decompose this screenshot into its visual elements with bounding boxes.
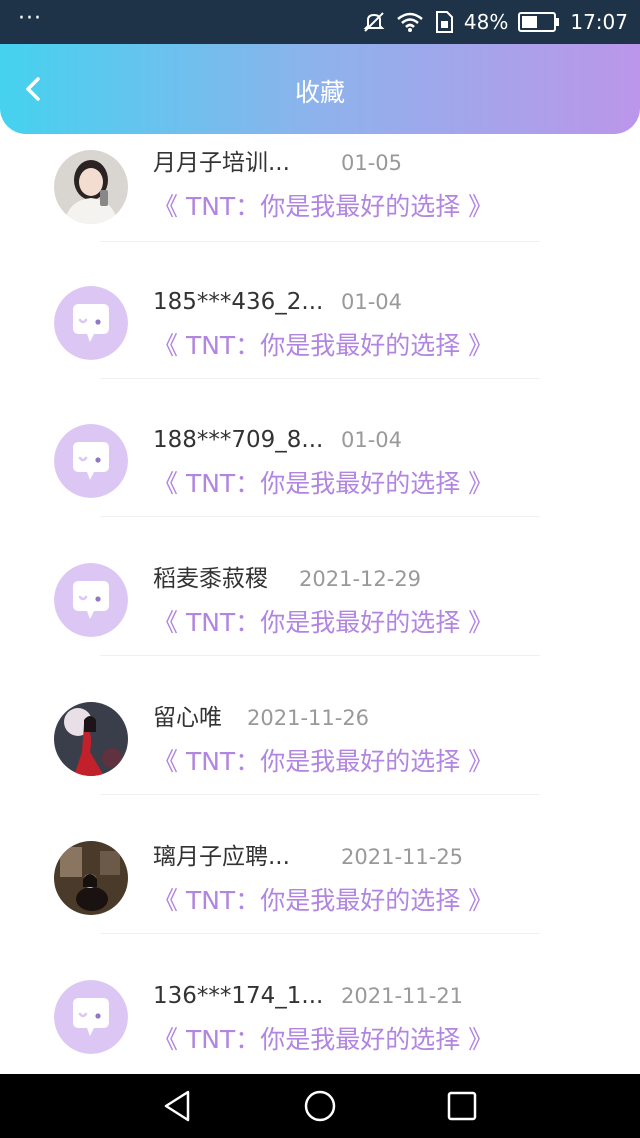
circle-home-icon xyxy=(304,1090,336,1122)
chat-bubble-avatar-icon xyxy=(54,980,128,1054)
status-time: 17:07 xyxy=(570,10,628,34)
user-photo-icon xyxy=(54,150,128,224)
list-item[interactable]: 月月子培训... 01-05 《 TNT：你是我最好的选择 》 xyxy=(0,140,640,266)
item-subtitle[interactable]: 《 TNT：你是我最好的选择 》 xyxy=(153,746,493,778)
system-nav-bar xyxy=(0,1074,640,1138)
item-name: 稻麦黍菽稷 xyxy=(153,566,268,592)
item-name: 留心唯 xyxy=(153,705,222,731)
list-item[interactable]: 璃月子应聘... 2021-11-25 《 TNT：你是我最好的选择 》 xyxy=(0,821,640,960)
divider xyxy=(100,933,540,934)
battery-percent: 48% xyxy=(463,10,509,34)
nav-home-button[interactable] xyxy=(302,1088,338,1124)
item-name: 月月子培训... xyxy=(153,150,290,176)
avatar xyxy=(54,150,128,224)
divider xyxy=(100,516,540,517)
avatar xyxy=(54,563,128,637)
divider xyxy=(100,655,540,656)
list-item[interactable]: 留心唯 2021-11-26 《 TNT：你是我最好的选择 》 xyxy=(0,682,640,821)
divider xyxy=(100,794,540,795)
avatar xyxy=(54,980,128,1054)
item-subtitle[interactable]: 《 TNT：你是我最好的选择 》 xyxy=(153,191,493,223)
square-recents-icon xyxy=(447,1091,477,1121)
item-subtitle[interactable]: 《 TNT：你是我最好的选择 》 xyxy=(153,607,493,639)
nav-back-button[interactable] xyxy=(160,1088,196,1124)
battery-icon xyxy=(518,11,560,33)
item-date: 01-04 xyxy=(341,428,403,452)
chat-bubble-avatar-icon xyxy=(54,563,128,637)
app-header: 收藏 xyxy=(0,44,640,134)
item-date: 2021-11-21 xyxy=(341,984,464,1008)
list-item[interactable]: 188***709_8... 01-04 《 TNT：你是我最好的选择 》 xyxy=(0,404,640,543)
list-item[interactable]: 136***174_1... 2021-11-21 《 TNT：你是我最好的选择… xyxy=(0,960,640,1074)
item-subtitle[interactable]: 《 TNT：你是我最好的选择 》 xyxy=(153,1024,493,1056)
divider xyxy=(100,241,540,242)
chat-bubble-avatar-icon xyxy=(54,424,128,498)
user-photo-icon xyxy=(54,702,128,776)
nav-recents-button[interactable] xyxy=(444,1088,480,1124)
item-date: 2021-11-25 xyxy=(341,845,464,869)
list-item[interactable]: 稻麦黍菽稷 2021-12-29 《 TNT：你是我最好的选择 》 xyxy=(0,543,640,682)
item-subtitle[interactable]: 《 TNT：你是我最好的选择 》 xyxy=(153,885,493,917)
item-date: 01-05 xyxy=(341,151,403,175)
item-date: 2021-12-29 xyxy=(299,567,422,591)
sim-card-icon xyxy=(434,10,454,34)
favorites-list[interactable]: 月月子培训... 01-05 《 TNT：你是我最好的选择 》 185***43… xyxy=(0,140,640,1074)
divider xyxy=(100,378,540,379)
item-date: 01-04 xyxy=(341,290,403,314)
user-photo-icon xyxy=(54,841,128,915)
triangle-back-icon xyxy=(164,1090,190,1122)
item-date: 2021-11-26 xyxy=(247,706,370,730)
item-subtitle[interactable]: 《 TNT：你是我最好的选择 》 xyxy=(153,468,493,500)
item-subtitle[interactable]: 《 TNT：你是我最好的选择 》 xyxy=(153,330,493,362)
wifi-icon xyxy=(396,11,424,33)
item-name: 188***709_8... xyxy=(153,427,324,453)
status-bar: ··· 48% 17:07 xyxy=(0,0,640,44)
mute-icon xyxy=(362,10,386,34)
avatar xyxy=(54,702,128,776)
list-item[interactable]: 185***436_2... 01-04 《 TNT：你是我最好的选择 》 xyxy=(0,266,640,405)
avatar xyxy=(54,841,128,915)
avatar xyxy=(54,286,128,360)
avatar xyxy=(54,424,128,498)
item-name: 璃月子应聘... xyxy=(153,844,290,870)
item-name: 136***174_1... xyxy=(153,983,324,1009)
status-menu-dots: ··· xyxy=(18,6,42,31)
chat-bubble-avatar-icon xyxy=(54,286,128,360)
status-icons: 48% 17:07 xyxy=(362,8,628,36)
page-title: 收藏 xyxy=(294,78,345,107)
item-name: 185***436_2... xyxy=(153,289,324,315)
